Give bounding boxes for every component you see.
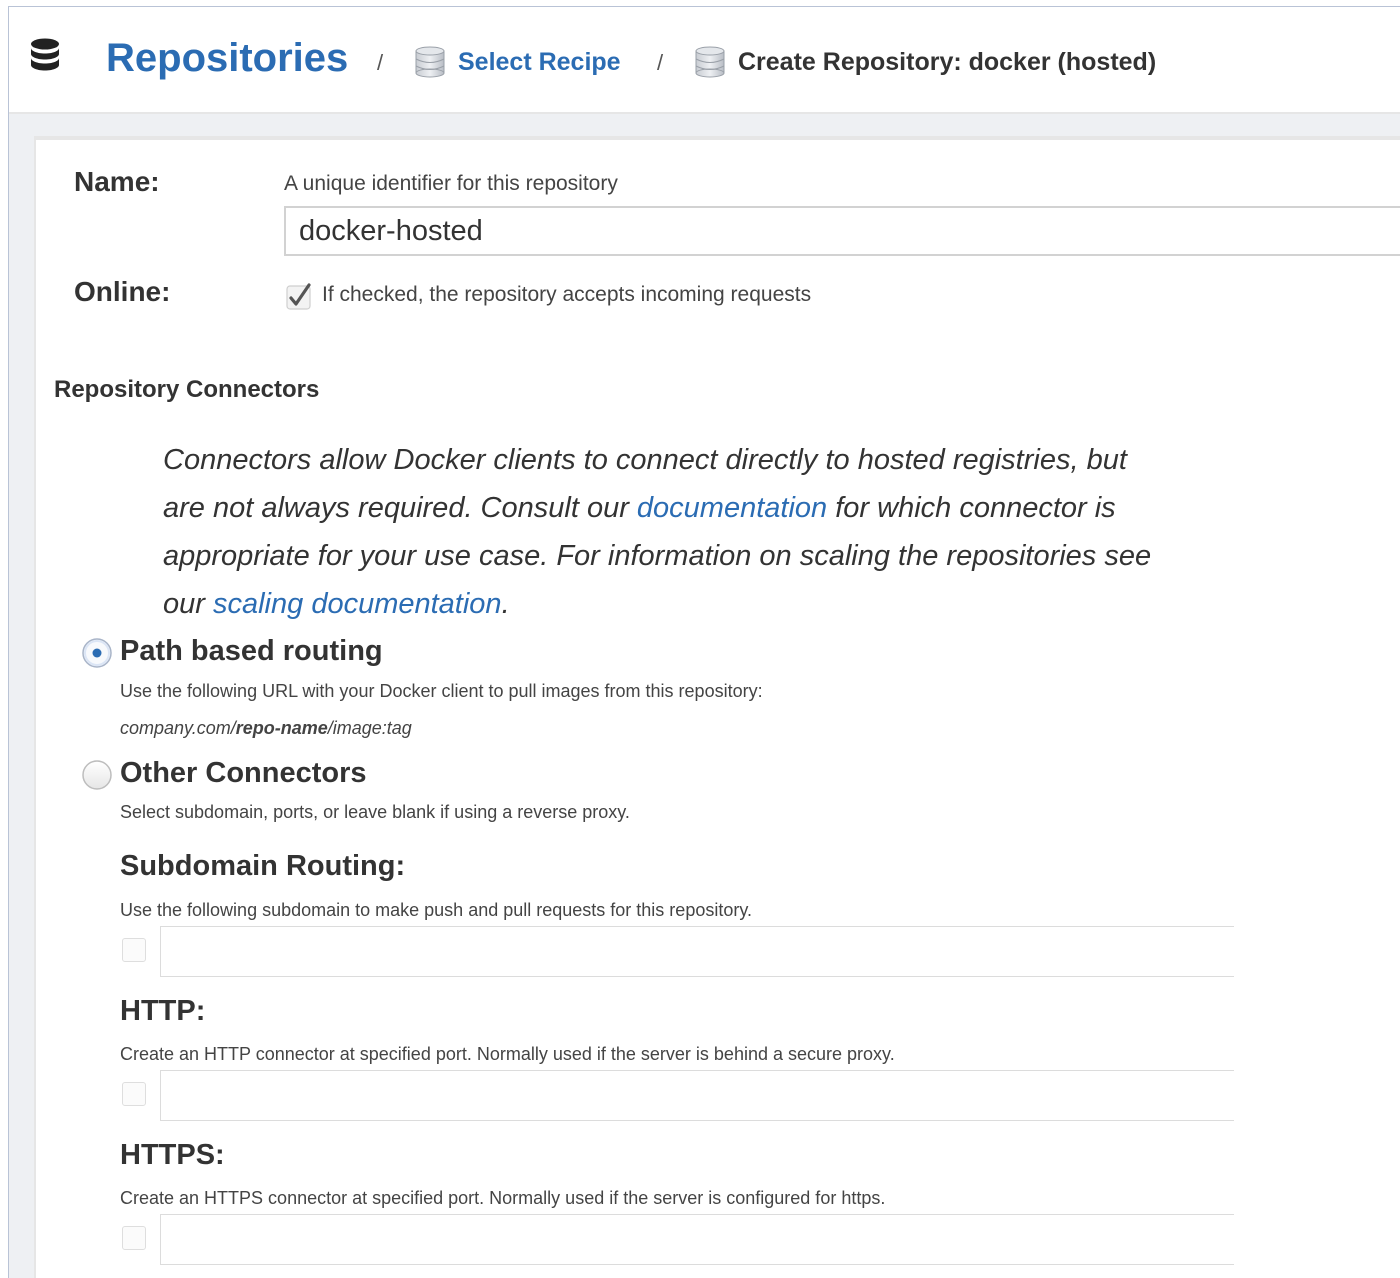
content-gutter [9, 114, 34, 1278]
breadcrumb-current-page: Create Repository: docker (hosted) [738, 48, 1157, 76]
repository-connectors-heading: Repository Connectors [54, 376, 320, 403]
online-checkbox[interactable] [286, 283, 311, 310]
http-port-input[interactable] [160, 1070, 1234, 1121]
https-help: Create an HTTPS connector at specified p… [120, 1188, 886, 1208]
documentation-link[interactable]: documentation [637, 492, 827, 524]
subdomain-enable-checkbox[interactable] [122, 938, 146, 962]
online-label: Online: [74, 276, 171, 307]
subdomain-input[interactable] [160, 926, 1234, 977]
database-icon [415, 46, 445, 83]
form-panel-border [34, 136, 36, 1278]
url-repo-name: repo-name [235, 718, 328, 738]
breadcrumb-select-recipe-link[interactable]: Select Recipe [458, 48, 621, 77]
path-routing-label: Path based routing [120, 635, 383, 667]
path-routing-radio[interactable] [81, 637, 112, 668]
form-panel-border [34, 136, 1400, 140]
subdomain-routing-help: Use the following subdomain to make push… [120, 900, 753, 920]
online-help-text: If checked, the repository accepts incom… [322, 283, 812, 306]
breadcrumb-repositories-link[interactable]: Repositories [106, 36, 348, 81]
other-connectors-help: Select subdomain, ports, or leave blank … [120, 802, 630, 822]
path-routing-help: Use the following URL with your Docker c… [120, 681, 763, 701]
name-input[interactable] [284, 206, 1400, 256]
connectors-description: Connectors allow Docker clients to conne… [163, 436, 1153, 628]
database-icon [30, 38, 60, 77]
database-icon [695, 46, 725, 83]
name-help-text: A unique identifier for this repository [284, 172, 618, 195]
https-enable-checkbox[interactable] [122, 1226, 146, 1250]
url-prefix: company.com/ [120, 718, 236, 738]
http-enable-checkbox[interactable] [122, 1082, 146, 1106]
other-connectors-radio[interactable] [81, 759, 112, 790]
url-suffix: /image:tag [327, 718, 412, 738]
scaling-documentation-link[interactable]: scaling documentation [213, 588, 502, 620]
url-example: company.com/repo-name/image:tag [120, 718, 412, 739]
description-text: . [501, 588, 510, 620]
http-help: Create an HTTP connector at specified po… [120, 1044, 895, 1064]
content-gutter [34, 114, 1400, 136]
other-connectors-label: Other Connectors [120, 757, 367, 789]
name-label: Name: [74, 166, 160, 197]
breadcrumb-separator: / [377, 50, 384, 75]
http-heading: HTTP: [120, 995, 206, 1027]
https-port-input[interactable] [160, 1214, 1234, 1265]
subdomain-routing-heading: Subdomain Routing: [120, 850, 406, 882]
https-heading: HTTPS: [120, 1139, 225, 1171]
breadcrumb-separator: / [657, 50, 664, 75]
